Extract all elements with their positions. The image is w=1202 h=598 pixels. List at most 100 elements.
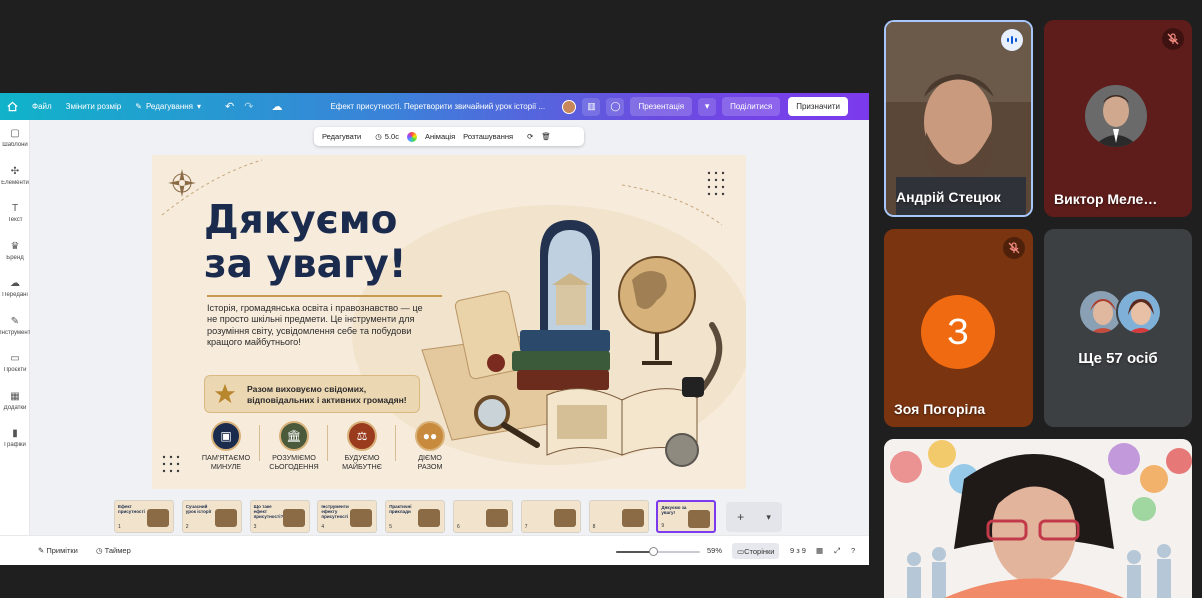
shared-screen: Файл Змінити розмір ✎ Редагування ▾ ↶ ↷ …	[0, 93, 869, 565]
redo-icon[interactable]: ↷	[244, 100, 253, 113]
thumbnail-title: Сучасний урок історії	[185, 504, 212, 514]
menu-edit[interactable]: ✎ Редагування ▾	[135, 102, 201, 111]
zoom-slider-handle[interactable]	[649, 547, 659, 556]
sidebar-item[interactable]: ✎ Інструменти	[0, 316, 30, 352]
page-thumbnail[interactable]: Що таке ефект присутності? 3	[249, 500, 310, 533]
thumbnail-number: 5	[389, 524, 392, 530]
pages-label: Сторінки	[744, 546, 775, 556]
thumbnail-image	[282, 509, 305, 527]
page-thumbnail[interactable]: 7	[520, 500, 581, 533]
elements-icon: ✣	[10, 165, 20, 177]
slide-title[interactable]: Дякуємо за увагу!	[204, 199, 407, 287]
participant-name: Андрій Стецюк	[896, 189, 1001, 205]
document-title[interactable]: Ефект присутності. Перетворити звичайний…	[330, 102, 550, 111]
participant-name: Зоя Погоріла	[894, 401, 986, 417]
trash-icon[interactable]: 🗑	[541, 132, 551, 141]
grid-view-icon[interactable]: ▦	[816, 546, 823, 555]
thumbnail-title: Ефект присутності	[118, 504, 145, 514]
pages-icon: ▭	[737, 546, 745, 556]
uploads-icon: ☁	[10, 278, 20, 289]
thumbnail-number: 7	[524, 524, 528, 530]
timer-button[interactable]: ◷ Таймер	[96, 546, 131, 555]
thumbnail-image	[621, 509, 644, 527]
position-button[interactable]: Розташування	[463, 132, 513, 141]
color-wheel-icon[interactable]	[406, 131, 417, 142]
thumbnail-image	[418, 509, 441, 527]
slide-canvas[interactable]: Дякуємо за увагу! Історія, громадянська …	[152, 155, 746, 489]
page-thumbnail[interactable]: Сучасний урок історії 2	[181, 500, 242, 533]
animation-button[interactable]: Анімація	[425, 132, 455, 141]
plus-icon[interactable]: +	[737, 510, 744, 524]
present-options-icon[interactable]: ▾	[698, 97, 717, 116]
icon-divider	[327, 425, 328, 461]
participant-tile[interactable]: Виктор Меле…	[1044, 20, 1192, 217]
canva-bottom-bar: ✎ Примітки ◷ Таймер 59% ▭ Сторінки 9 з 9…	[0, 535, 869, 565]
present-button[interactable]: Презентація	[630, 97, 693, 116]
apps-icon: ▦	[10, 390, 20, 402]
chevron-down-icon[interactable]: ▾	[766, 512, 771, 523]
page-thumbnail[interactable]: Інструменти ефекту присутності 4	[317, 500, 378, 533]
canva-sidebar: ▢ Шаблони ✣ Елементи T Текст ♛ Бренд ☁ Передані ✎ І…	[0, 120, 30, 565]
share-button[interactable]: Поділитися	[722, 97, 781, 116]
edit-button[interactable]: Редагувати	[322, 132, 361, 141]
sidebar-item[interactable]: ▭ Проєкти	[0, 353, 30, 389]
slide-icon-item[interactable]: ●● ДІЄМО РАЗОМ	[399, 421, 461, 471]
editor-workspace: Редагувати ◷ 5.0с Анімація Розташування …	[30, 120, 869, 535]
collaborator-avatar[interactable]	[562, 99, 577, 114]
sidebar-item[interactable]: ▦ Додатки	[0, 391, 30, 427]
brand-icon: ♛	[10, 240, 20, 252]
mic-off-icon	[1162, 28, 1184, 50]
add-page-control[interactable]: + ▾	[726, 502, 782, 532]
menu-resize[interactable]: Змінити розмір	[66, 102, 122, 111]
page-thumbnail[interactable]: Ефект присутності 1	[114, 500, 174, 533]
zoom-level[interactable]: 59%	[707, 546, 722, 555]
sidebar-item[interactable]: ☁ Передані	[0, 278, 30, 314]
undo-icon[interactable]: ↶	[225, 100, 234, 113]
icon-divider	[259, 425, 260, 461]
people-icon: ●●	[415, 421, 445, 451]
slide-icon-item[interactable]: 🏛 РОЗУМІЄМО СЬОГОДЕННЯ	[263, 421, 325, 471]
slide-title-line1: Дякуємо	[204, 198, 398, 243]
fullscreen-icon[interactable]: ⤢	[834, 546, 840, 556]
regenerate-icon[interactable]: ⟳	[527, 132, 533, 141]
menu-file[interactable]: Файл	[32, 102, 52, 111]
cloud-save-icon[interactable]: ☁	[271, 100, 282, 113]
pages-button[interactable]: ▭ Сторінки	[732, 543, 780, 559]
slide-body-text[interactable]: Історія, громадянська освіта і правознав…	[207, 303, 432, 348]
more-participants-tile[interactable]: Ще 57 осіб	[1044, 229, 1192, 427]
picture-icon: ▣	[211, 421, 241, 451]
participant-tile-self[interactable]	[884, 439, 1192, 598]
duration-label[interactable]: 5.0с	[385, 132, 399, 141]
zoom-slider[interactable]	[616, 547, 700, 556]
comment-icon[interactable]: ◯	[606, 97, 625, 116]
clock-icon: ◷	[375, 132, 382, 141]
analytics-icon[interactable]: ▥	[582, 97, 601, 116]
page-thumbnail[interactable]: 8	[588, 500, 649, 533]
sidebar-item[interactable]: ✣ Елементи	[0, 166, 30, 202]
sidebar-item[interactable]: ▢ Шаблони	[0, 128, 30, 164]
sidebar-item[interactable]: T Текст	[0, 203, 30, 239]
assign-button[interactable]: Призначити	[788, 97, 848, 116]
participant-tile[interactable]: З Зоя Погоріла	[884, 229, 1033, 427]
slide-icon-item[interactable]: ⚖ БУДУЄМО МАЙБУТНЄ	[331, 421, 393, 471]
zoom-slider-fill	[616, 551, 654, 553]
page-thumbnail[interactable]: Практичні приклади 5	[385, 500, 446, 533]
thumbnail-number: 8	[592, 524, 596, 530]
participant-tile-speaker[interactable]: Андрій Стецюк	[884, 20, 1033, 217]
thumbnail-number: 3	[253, 524, 257, 530]
sidebar-item-label: Проєкти	[3, 367, 27, 373]
museum-icon: 🏛	[279, 421, 309, 451]
scales-icon: ⚖	[347, 421, 377, 451]
thumbnail-title: Що таке ефект присутності?	[253, 504, 284, 519]
slide-callout[interactable]: Разом виховуємо свідомих, відповідальних…	[204, 375, 420, 413]
sidebar-item[interactable]: ♛ Бренд	[0, 241, 30, 277]
notes-button[interactable]: ✎ Примітки	[38, 546, 78, 555]
sidebar-item[interactable]: ▮ Графіки	[0, 428, 30, 464]
slide-icon-caption: ПАМ'ЯТАЄМО МИНУЛЕ	[201, 453, 251, 471]
page-thumbnail[interactable]: Дякуємо за увагу! 9	[656, 500, 717, 533]
home-icon[interactable]	[6, 101, 18, 113]
thumbnail-number: 9	[661, 523, 665, 529]
help-icon[interactable]: ?	[851, 546, 855, 555]
page-thumbnail[interactable]: 6	[453, 500, 513, 533]
slide-icon-item[interactable]: ▣ ПАМ'ЯТАЄМО МИНУЛЕ	[195, 421, 257, 471]
